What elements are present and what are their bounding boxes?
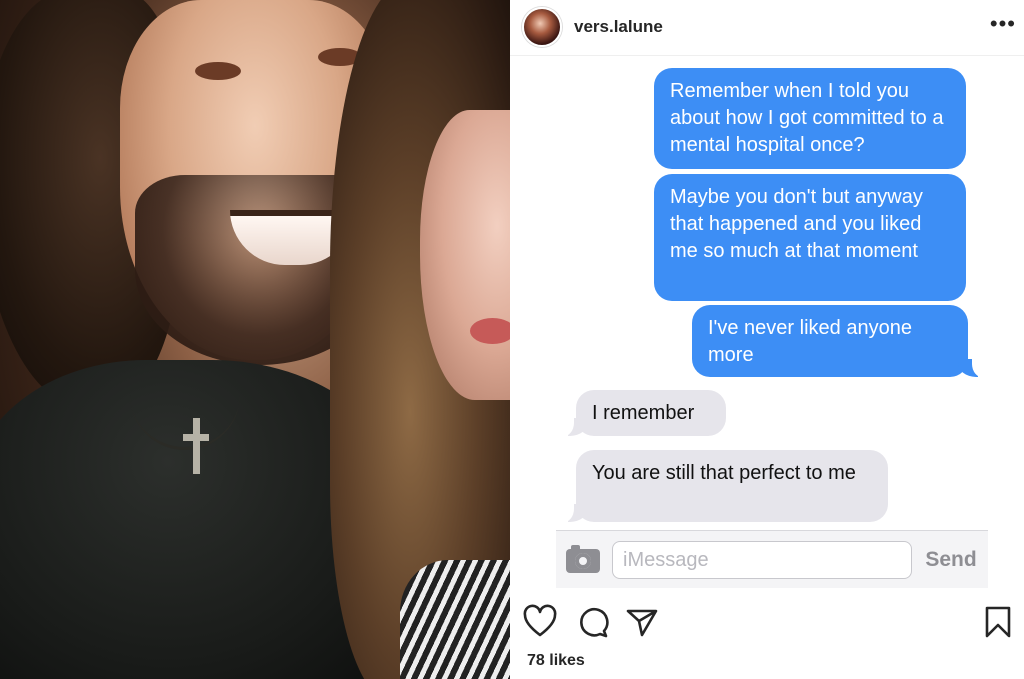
photo-eye <box>195 62 241 80</box>
likes-count[interactable]: 78 likes <box>527 652 585 670</box>
comment-icon[interactable] <box>574 604 610 640</box>
message-text: You are still that perfect to me <box>592 462 856 484</box>
message-text: I remember <box>592 402 695 424</box>
received-message-bubble: You are still that perfect to me <box>558 450 888 523</box>
photo-lips <box>470 318 510 344</box>
imessage-input[interactable] <box>612 541 912 579</box>
received-message-bubble: I remember <box>558 390 726 437</box>
post-header: vers.lalune ••• <box>510 0 1024 56</box>
share-icon[interactable] <box>624 604 660 640</box>
message-thread: Remember when I told you about how I got… <box>510 56 1024 591</box>
photo-cross-pendant <box>183 418 209 474</box>
camera-icon[interactable] <box>566 545 600 573</box>
sent-message-bubble: I've never liked anyone more <box>692 305 988 378</box>
avatar[interactable] <box>522 7 562 47</box>
send-button[interactable]: Send <box>918 545 984 575</box>
message-composer: Send <box>556 530 988 588</box>
heart-icon[interactable] <box>522 604 558 640</box>
post-photo <box>0 0 510 679</box>
message-text: I've never liked anyone more <box>708 317 912 366</box>
sent-message-bubble: Remember when I told you about how I got… <box>654 68 966 169</box>
bookmark-icon[interactable] <box>980 604 1016 640</box>
post-actions-bar <box>510 600 1024 644</box>
more-horizontal-icon[interactable]: ••• <box>990 13 1016 35</box>
photo-striped-top <box>400 560 510 679</box>
instagram-post-panel: vers.lalune ••• Remember when I told you… <box>510 0 1024 679</box>
sent-message-bubble: Maybe you don't but anyway that happened… <box>654 174 966 301</box>
post-username[interactable]: vers.lalune <box>574 17 663 37</box>
